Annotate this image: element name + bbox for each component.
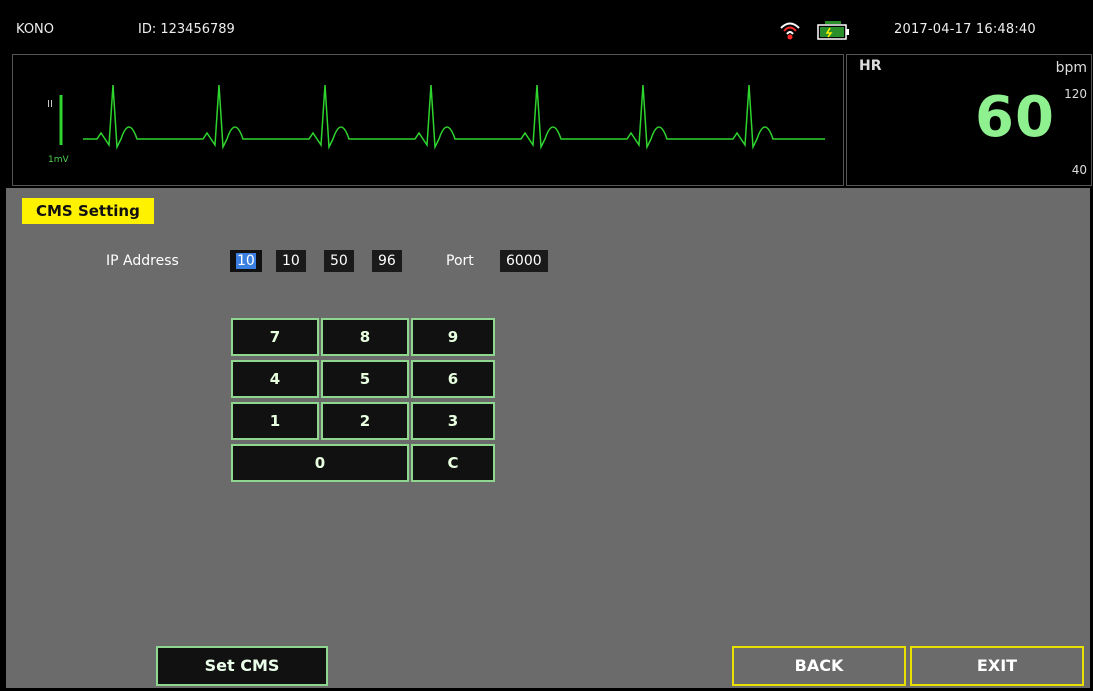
key-4[interactable]: 4 <box>231 360 319 398</box>
key-6[interactable]: 6 <box>411 360 495 398</box>
ecg-scale-label: 1mV <box>48 155 69 165</box>
key-5[interactable]: 5 <box>321 360 409 398</box>
key-1[interactable]: 1 <box>231 402 319 440</box>
hr-value: 60 <box>975 85 1055 150</box>
ip-octet-4-field[interactable]: 96 <box>372 250 402 272</box>
port-field[interactable]: 6000 <box>500 250 548 272</box>
ecg-lead-label: II <box>47 99 53 110</box>
battery-icon <box>817 21 849 40</box>
ip-octet-1-value: 10 <box>236 253 256 269</box>
datetime: 2017-04-17 16:48:40 <box>894 22 1036 37</box>
monitor-screen: KONO ID: 123456789 2017-04-17 16:48:40 I… <box>6 6 1092 688</box>
key-3[interactable]: 3 <box>411 402 495 440</box>
key-2[interactable]: 2 <box>321 402 409 440</box>
ecg-waveform-panel: II 1mV <box>12 54 844 186</box>
hr-label: HR <box>859 58 882 74</box>
key-9[interactable]: 9 <box>411 318 495 356</box>
section-title: CMS Setting <box>22 198 154 224</box>
key-clear[interactable]: C <box>411 444 495 482</box>
ip-octet-1-field[interactable]: 10 <box>230 250 262 272</box>
status-bar: KONO ID: 123456789 2017-04-17 16:48:40 <box>6 6 1090 52</box>
brand-label: KONO <box>16 22 55 37</box>
ecg-waveform <box>59 84 825 150</box>
hr-unit: bpm <box>1055 60 1087 76</box>
key-0[interactable]: 0 <box>231 444 409 482</box>
back-button[interactable]: BACK <box>732 646 906 686</box>
cms-settings-panel: CMS Setting IP Address 10 10 50 96 Port … <box>6 188 1090 688</box>
wifi-icon <box>780 22 800 40</box>
ip-octet-3-field[interactable]: 50 <box>324 250 354 272</box>
ip-address-label: IP Address <box>106 253 179 269</box>
key-8[interactable]: 8 <box>321 318 409 356</box>
hr-low-limit: 40 <box>1071 163 1087 177</box>
exit-button[interactable]: EXIT <box>910 646 1084 686</box>
patient-id: ID: 123456789 <box>138 22 235 37</box>
set-cms-button[interactable]: Set CMS <box>156 646 328 686</box>
key-7[interactable]: 7 <box>231 318 319 356</box>
hr-high-limit: 120 <box>1064 87 1087 101</box>
heart-rate-panel: HR bpm 120 60 40 <box>846 54 1092 186</box>
port-label: Port <box>446 253 474 269</box>
ip-octet-2-field[interactable]: 10 <box>276 250 306 272</box>
